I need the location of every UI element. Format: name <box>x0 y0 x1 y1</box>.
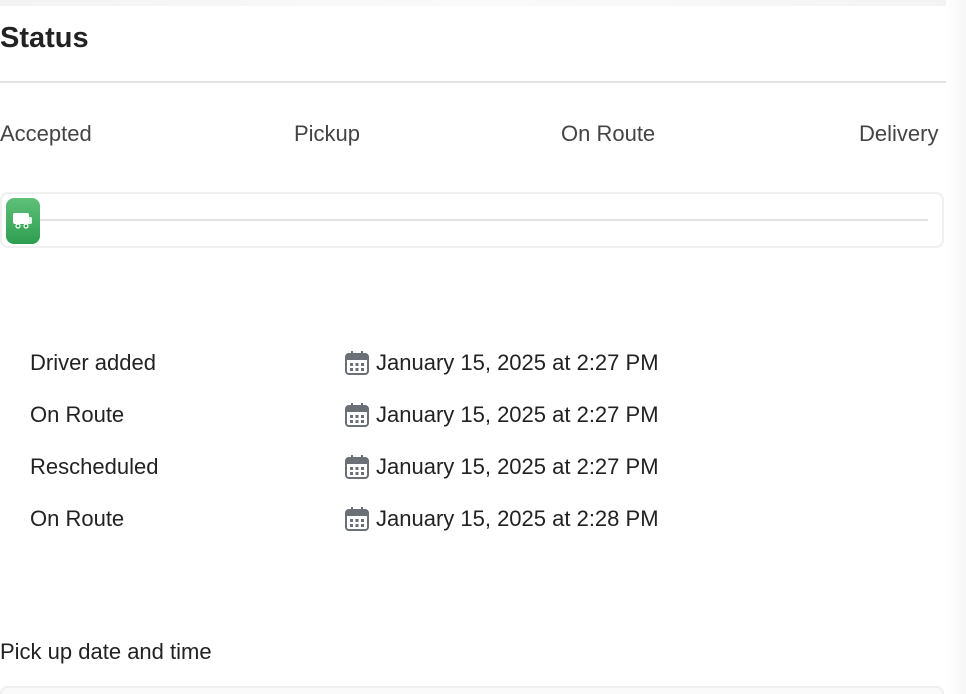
stage-label-delivery: Delivery <box>859 121 939 146</box>
timeline-row: On Route January 15, 2025 at 2:28 PM <box>30 506 730 536</box>
calendar-icon <box>345 455 369 479</box>
timeline-row: Driver added January 15, 2025 at 2:27 PM <box>30 350 730 380</box>
timeline-row: On Route January 15, 2025 at 2:27 PM <box>30 402 730 432</box>
event-datetime: January 15, 2025 at 2:27 PM <box>376 454 659 479</box>
section-title: Status <box>0 22 89 54</box>
event-datetime: January 15, 2025 at 2:27 PM <box>376 402 659 427</box>
calendar-icon <box>345 507 369 531</box>
calendar-icon <box>345 403 369 427</box>
pickup-datetime-input[interactable] <box>0 686 944 694</box>
progress-line <box>38 219 928 221</box>
event-date: January 15, 2025 at 2:27 PM <box>344 402 659 428</box>
event-name: On Route <box>30 506 125 531</box>
divider <box>0 81 946 83</box>
event-date: January 15, 2025 at 2:27 PM <box>344 350 659 376</box>
progress-indicator <box>6 198 40 244</box>
stage-label-pickup: Pickup <box>294 121 361 146</box>
event-datetime: January 15, 2025 at 2:28 PM <box>376 506 659 531</box>
event-name: Driver added <box>30 350 156 375</box>
timeline-row: Rescheduled January 15, 2025 at 2:27 PM <box>30 454 730 484</box>
event-date: January 15, 2025 at 2:28 PM <box>344 506 659 532</box>
status-progress-track <box>0 192 944 248</box>
status-panel: Status Accepted Pickup On Route Delivery… <box>0 0 966 694</box>
top-edge <box>0 0 966 6</box>
scrollbar[interactable] <box>946 0 966 694</box>
stage-label-on-route: On Route <box>561 121 656 146</box>
calendar-icon <box>345 351 369 375</box>
stage-label-accepted: Accepted <box>0 121 92 146</box>
event-name: Rescheduled <box>30 454 159 479</box>
event-name: On Route <box>30 402 125 427</box>
event-date: January 15, 2025 at 2:27 PM <box>344 454 659 480</box>
truck-icon <box>13 213 32 229</box>
event-datetime: January 15, 2025 at 2:27 PM <box>376 350 659 375</box>
pickup-datetime-label: Pick up date and time <box>0 639 212 664</box>
